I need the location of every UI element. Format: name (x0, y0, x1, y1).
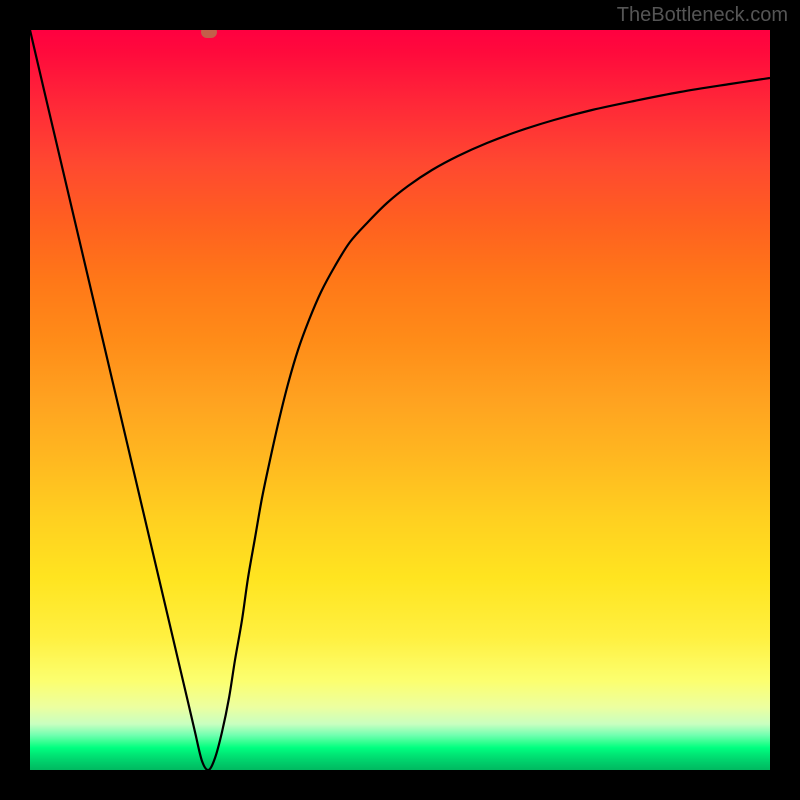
plot-area (30, 30, 770, 770)
watermark-text: TheBottleneck.com (617, 4, 788, 27)
bottleneck-curve-path (30, 30, 770, 770)
minimum-marker (201, 30, 217, 38)
curve-svg (30, 30, 770, 770)
